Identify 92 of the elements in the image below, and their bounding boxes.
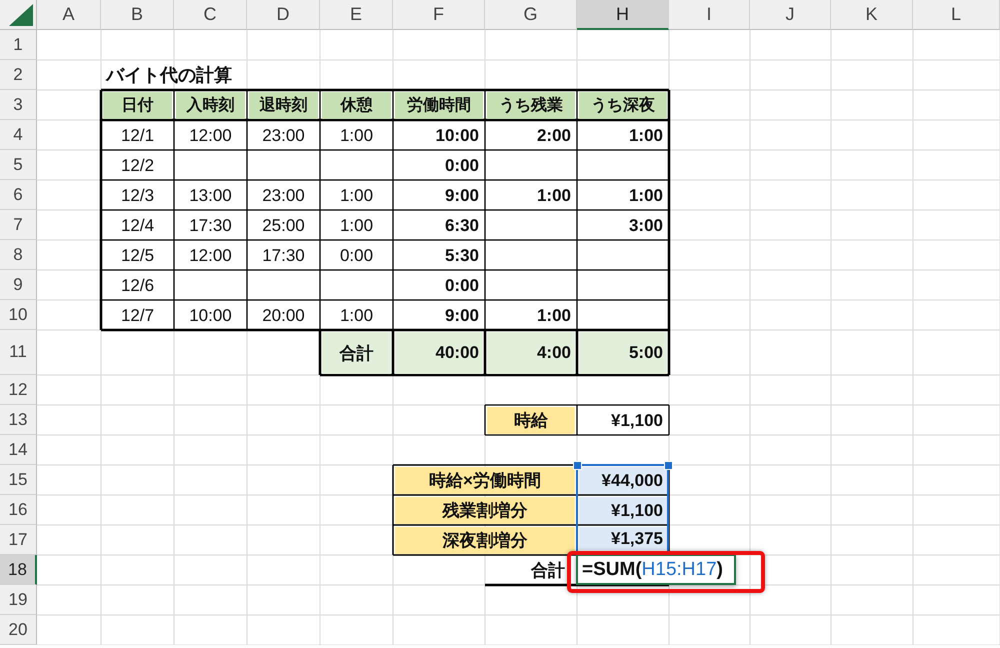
table-cell[interactable]: 20:00 — [249, 302, 318, 329]
table-cell[interactable]: 0:00 — [395, 152, 483, 179]
table-cell[interactable]: 1:00 — [579, 122, 667, 149]
row-header[interactable]: 10 — [0, 300, 37, 330]
row-header[interactable]: 9 — [0, 270, 37, 300]
table-cell[interactable]: 10:00 — [176, 302, 245, 329]
table-cell[interactable]: 12:00 — [176, 242, 245, 269]
table-cell[interactable]: 17:30 — [249, 242, 318, 269]
column-header[interactable]: C — [174, 0, 247, 30]
pay-label: 時給×労働時間 — [395, 467, 575, 494]
table-cell[interactable]: 12/1 — [103, 122, 172, 149]
table-cell[interactable]: 6:30 — [395, 212, 483, 239]
column-header[interactable]: H — [577, 0, 669, 30]
table-cell[interactable]: 1:00 — [322, 212, 391, 239]
table-cell[interactable]: 1:00 — [579, 182, 667, 209]
row-header[interactable]: 20 — [0, 615, 37, 645]
table-cell[interactable]: 23:00 — [249, 182, 318, 209]
pay-cell[interactable]: ¥44,000 — [579, 467, 667, 494]
pay-cell[interactable]: ¥1,375 — [579, 527, 667, 550]
pay-label: 深夜割増分 — [395, 527, 575, 554]
column-header[interactable]: F — [393, 0, 485, 30]
row-header[interactable]: 11 — [0, 330, 37, 375]
column-header[interactable]: K — [831, 0, 913, 30]
table-cell[interactable]: 1:00 — [322, 122, 391, 149]
wage-cell[interactable]: ¥1,100 — [579, 407, 667, 434]
column-label: うち残業 — [487, 92, 575, 119]
row-header[interactable]: 4 — [0, 120, 37, 150]
total-label: 合計 — [322, 332, 391, 374]
column-header[interactable]: I — [669, 0, 750, 30]
column-header[interactable]: E — [320, 0, 393, 30]
select-all-icon[interactable] — [9, 4, 33, 26]
row-header[interactable]: 7 — [0, 210, 37, 240]
table-cell[interactable]: 1:00 — [487, 182, 575, 209]
column-label: うち深夜 — [579, 92, 667, 119]
table-cell[interactable]: 12/5 — [103, 242, 172, 269]
table-cell[interactable]: 2:00 — [487, 122, 575, 149]
total-cell[interactable]: 4:00 — [487, 332, 575, 374]
row-header[interactable]: 15 — [0, 465, 37, 495]
pay-cell[interactable]: ¥1,100 — [579, 497, 667, 524]
table-cell[interactable]: 10:00 — [395, 122, 483, 149]
column-label: 退時刻 — [249, 92, 318, 119]
table-cell[interactable]: 12:00 — [176, 122, 245, 149]
table-cell[interactable]: 1:00 — [487, 302, 575, 329]
row-header[interactable]: 17 — [0, 525, 37, 555]
table-cell[interactable]: 17:30 — [176, 212, 245, 239]
table-cell[interactable]: 1:00 — [322, 302, 391, 329]
table-cell[interactable]: 12/6 — [103, 272, 172, 299]
table-cell[interactable]: 9:00 — [395, 182, 483, 209]
row-header[interactable]: 6 — [0, 180, 37, 210]
table-cell[interactable]: 23:00 — [249, 122, 318, 149]
pay-label: 残業割増分 — [395, 497, 575, 524]
column-label: 日付 — [103, 92, 172, 119]
column-label: 休憩 — [322, 92, 391, 119]
row-header[interactable]: 5 — [0, 150, 37, 180]
sheet-title: バイト代の計算 — [104, 64, 233, 87]
column-header[interactable]: L — [913, 0, 1000, 30]
row-header[interactable]: 13 — [0, 405, 37, 435]
table-cell[interactable]: 12/2 — [103, 152, 172, 179]
column-header[interactable]: A — [37, 0, 101, 30]
column-header[interactable]: J — [750, 0, 831, 30]
formula-editor[interactable]: =SUM(H15:H17) — [576, 554, 736, 585]
row-header[interactable]: 1 — [0, 30, 37, 60]
table-cell[interactable]: 12/7 — [103, 302, 172, 329]
table-cell[interactable]: 0:00 — [322, 242, 391, 269]
table-cell[interactable]: 12/4 — [103, 212, 172, 239]
row-header[interactable]: 19 — [0, 585, 37, 615]
table-cell[interactable]: 5:30 — [395, 242, 483, 269]
table-cell[interactable]: 9:00 — [395, 302, 483, 329]
total-cell[interactable]: 5:00 — [579, 332, 667, 374]
table-cell[interactable]: 3:00 — [579, 212, 667, 239]
table-cell[interactable]: 0:00 — [395, 272, 483, 299]
selection-handle[interactable] — [664, 461, 673, 470]
selection-handle[interactable] — [573, 461, 582, 470]
column-header[interactable]: G — [485, 0, 577, 30]
column-label: 入時刻 — [176, 92, 245, 119]
row-header[interactable]: 8 — [0, 240, 37, 270]
sum-label: 合計 — [530, 560, 565, 582]
column-header[interactable]: D — [247, 0, 320, 30]
row-header[interactable]: 3 — [0, 90, 37, 120]
row-header[interactable]: 16 — [0, 495, 37, 525]
row-header[interactable]: 12 — [0, 375, 37, 405]
wage-label: 時給 — [487, 407, 575, 434]
column-label: 労働時間 — [395, 92, 483, 119]
row-header[interactable]: 2 — [0, 60, 37, 90]
row-header[interactable]: 14 — [0, 435, 37, 465]
table-cell[interactable]: 1:00 — [322, 182, 391, 209]
table-cell[interactable]: 12/3 — [103, 182, 172, 209]
table-cell[interactable]: 13:00 — [176, 182, 245, 209]
column-header[interactable]: B — [101, 0, 174, 30]
total-cell[interactable]: 40:00 — [395, 332, 483, 374]
table-cell[interactable]: 25:00 — [249, 212, 318, 239]
row-header[interactable]: 18 — [0, 555, 37, 585]
